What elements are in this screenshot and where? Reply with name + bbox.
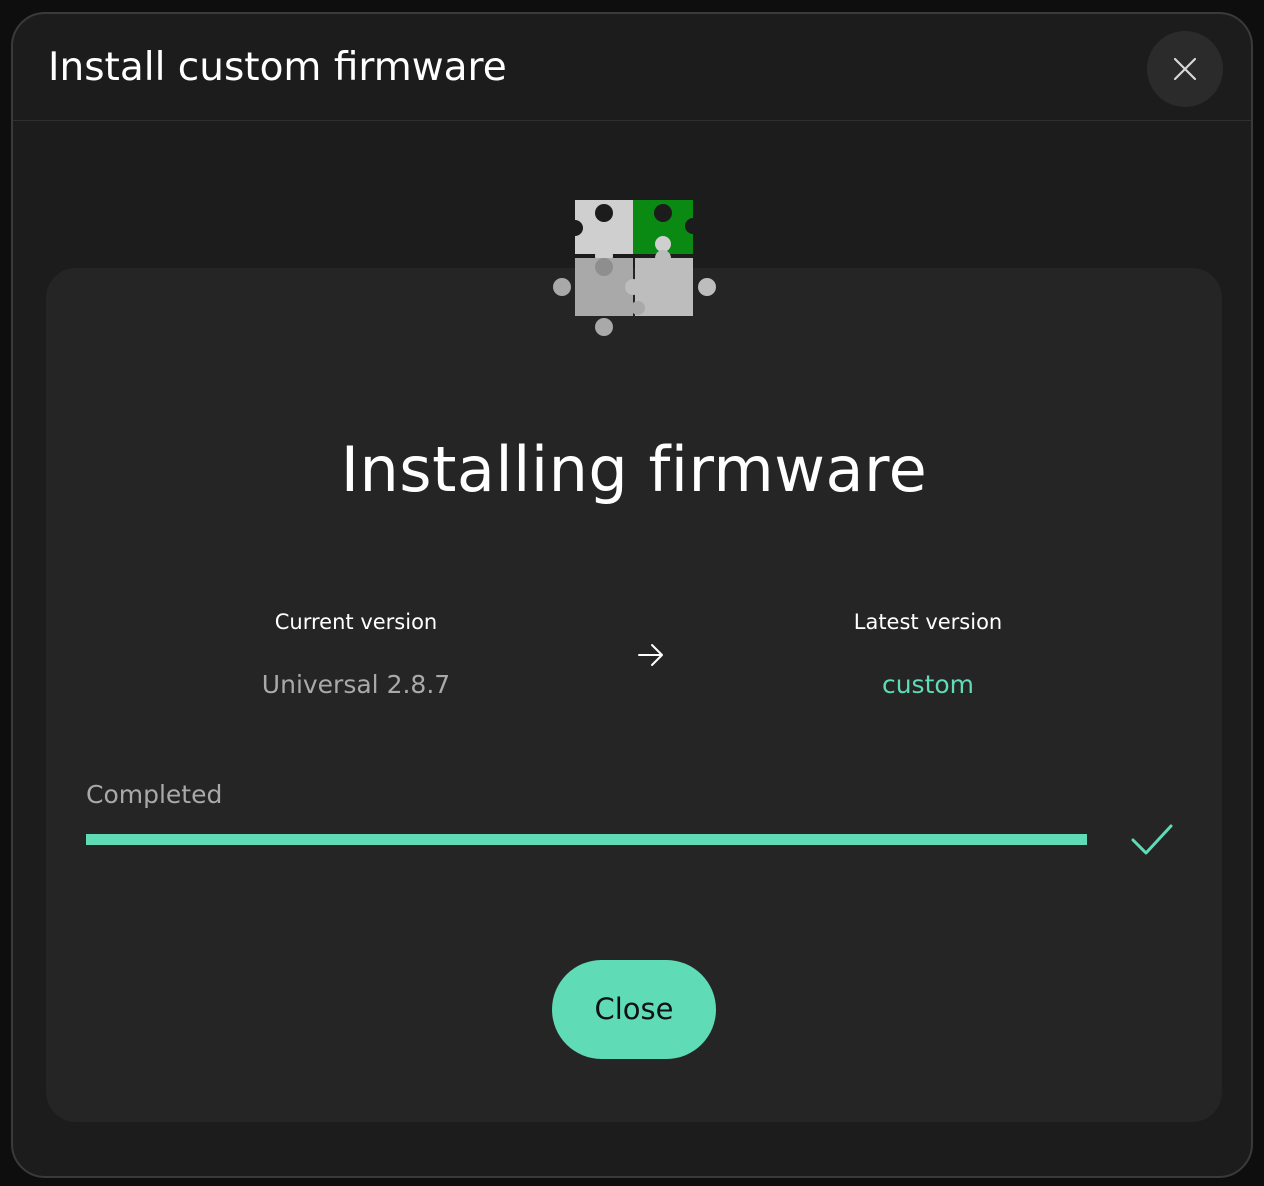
- firmware-install-card: Installing firmware Current version Univ…: [46, 268, 1222, 1122]
- dialog-title: Install custom firmware: [48, 45, 507, 90]
- progress-label: Completed: [86, 780, 223, 809]
- progress-bar: [86, 834, 1087, 845]
- close-icon: [1173, 57, 1197, 81]
- install-firmware-dialog: Install custom firmware Installing firmw…: [11, 12, 1253, 1178]
- puzzle-pieces-icon: [553, 200, 716, 336]
- close-button[interactable]: Close: [552, 960, 716, 1059]
- progress-bar-fill: [86, 834, 1087, 845]
- latest-version-label: Latest version: [853, 610, 1003, 634]
- latest-version-value: custom: [881, 670, 975, 699]
- latest-version: Latest version custom: [748, 606, 1108, 702]
- current-version-label: Current version: [274, 610, 438, 634]
- checkmark-icon: [1131, 824, 1173, 855]
- arrow-right-icon: [638, 644, 663, 666]
- current-version-value: Universal 2.8.7: [261, 670, 451, 699]
- install-status-title: Installing firmware: [340, 433, 928, 506]
- dialog-close-button[interactable]: [1147, 31, 1223, 107]
- dialog-header: Install custom firmware: [13, 14, 1251, 121]
- current-version: Current version Universal 2.8.7: [176, 606, 536, 702]
